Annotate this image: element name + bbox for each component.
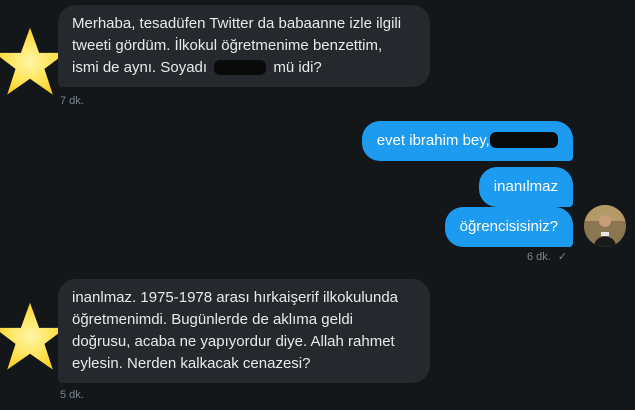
message-line: eylesin. Nerden kalkacak cenazesi? bbox=[72, 355, 311, 372]
message-line: doğrusu, acaba ne yapıyordur diye. Allah… bbox=[72, 333, 395, 350]
read-check-icon: ✓ bbox=[557, 251, 568, 263]
outgoing-message-bubble: evet ibrahim bey, bbox=[361, 121, 573, 161]
message-text: öğrencisisiniz? bbox=[459, 218, 558, 235]
incoming-message-bubble: Merhaba, tesadüfen Twitter da babaanne i… bbox=[58, 5, 430, 87]
message-line: Merhaba, tesadüfen Twitter da babaanne i… bbox=[72, 15, 402, 32]
incoming-message-bubble: inanlmaz. 1975-1978 arası hırkaişerif il… bbox=[58, 279, 430, 383]
message-timestamp: 7 dk. bbox=[60, 95, 84, 107]
redacted-text bbox=[214, 59, 267, 75]
message-line-tail: mü idi? bbox=[273, 59, 322, 76]
outgoing-message-bubble: öğrencisisiniz? bbox=[444, 207, 573, 247]
message-line: öğretmenimdi. Bugünlerde de aklıma geldi bbox=[72, 311, 353, 328]
redacted-text bbox=[490, 132, 558, 149]
user-photo-icon bbox=[584, 205, 626, 247]
message-timestamp: 6 dk. bbox=[527, 251, 551, 263]
message-text: inanılmaz bbox=[493, 178, 558, 195]
message-line: ismi de aynı. Soyadı bbox=[72, 59, 208, 76]
outgoing-message-bubble: inanılmaz bbox=[478, 167, 573, 207]
message-text: evet ibrahim bey, bbox=[376, 132, 490, 149]
user-avatar[interactable] bbox=[584, 205, 626, 247]
message-line: inanlmaz. 1975-1978 arası hırkaişerif il… bbox=[72, 289, 399, 306]
message-line: tweeti gördüm. İlkokul öğretmenime benze… bbox=[72, 37, 383, 54]
message-timestamp: 5 dk. bbox=[60, 389, 84, 401]
